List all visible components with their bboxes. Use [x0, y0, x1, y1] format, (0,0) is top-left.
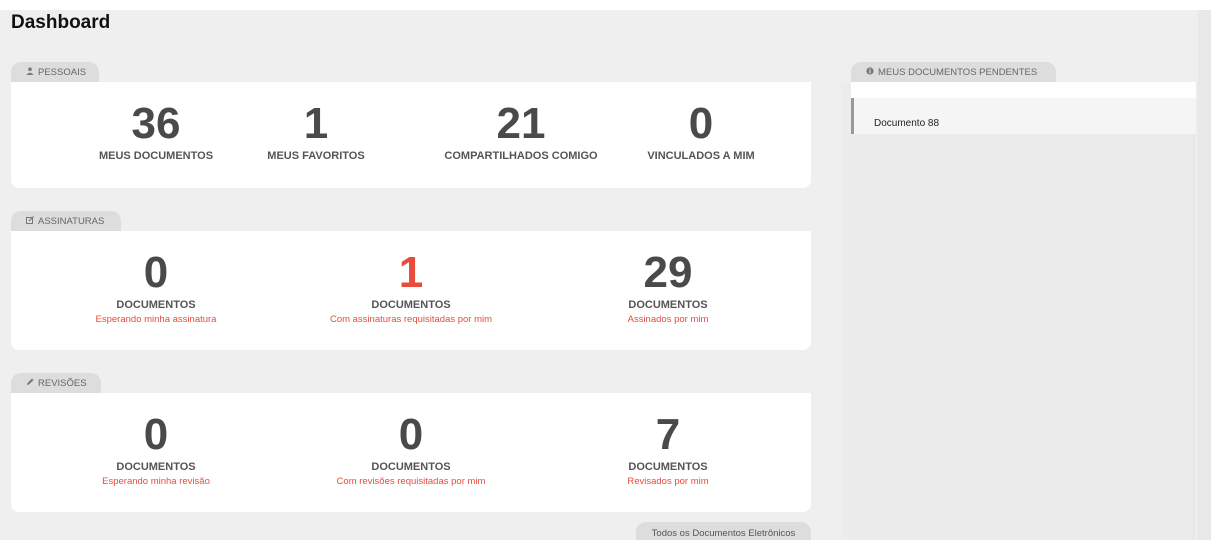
todos-documentos-link[interactable]: Todos os Documentos Eletrônicos — [636, 522, 811, 540]
stat-vinculados-a-mim[interactable]: 0 VINCULADOS A MIM — [611, 99, 791, 163]
stat-value: 0 — [143, 248, 169, 297]
stat-sub: Revisados por mim — [627, 476, 709, 487]
stat-revisados-por-mim[interactable]: 7 DOCUMENTOS Revisados por mim — [568, 410, 768, 488]
stat-label: VINCULADOS A MIM — [647, 150, 755, 162]
stat-value: 29 — [643, 248, 693, 297]
right-scroll-strip — [1198, 10, 1211, 540]
pendente-item[interactable]: Documento 88 — [851, 98, 1196, 134]
info-circle-icon — [866, 67, 874, 77]
tab-pessoais-label: PESSOAIS — [38, 67, 87, 78]
tab-pendentes-label: MEUS DOCUMENTOS PENDENTES — [878, 67, 1038, 78]
pendentes-panel — [841, 82, 1198, 540]
stat-sub: Com revisões requisitadas por mim — [336, 476, 486, 487]
stat-value: 1 — [398, 248, 424, 297]
stat-label: DOCUMENTOS — [116, 299, 196, 311]
tab-meus-documentos-pendentes[interactable]: MEUS DOCUMENTOS PENDENTES — [851, 62, 1056, 82]
stat-label: MEUS FAVORITOS — [267, 150, 365, 162]
pencil-icon — [26, 378, 34, 388]
pessoais-card: 36 MEUS DOCUMENTOS 1 MEUS FAVORITOS 21 C… — [11, 82, 811, 188]
stat-sub: Esperando minha assinatura — [95, 314, 217, 325]
stat-esperando-revisao[interactable]: 0 DOCUMENTOS Esperando minha revisão — [51, 410, 261, 488]
stat-revisoes-requisitadas[interactable]: 0 DOCUMENTOS Com revisões requisitadas p… — [301, 410, 521, 488]
stat-label: DOCUMENTOS — [116, 461, 196, 473]
stat-label: DOCUMENTOS — [628, 299, 708, 311]
tab-revisoes-label: REVISÕES — [38, 378, 87, 389]
revisoes-card: 0 DOCUMENTOS Esperando minha revisão 0 D… — [11, 393, 811, 512]
tab-assinaturas[interactable]: ASSINATURAS — [11, 211, 121, 231]
edit-icon — [26, 216, 34, 226]
stat-sub: Com assinaturas requisitadas por mim — [329, 314, 493, 325]
stat-value: 0 — [143, 410, 169, 459]
stat-label: DOCUMENTOS — [628, 461, 708, 473]
stat-label: COMPARTILHADOS COMIGO — [444, 150, 598, 162]
stat-label: DOCUMENTOS — [371, 461, 451, 473]
pendentes-panel-header — [851, 82, 1196, 98]
user-icon — [26, 67, 34, 77]
tab-revisoes[interactable]: REVISÕES — [11, 373, 101, 393]
stat-sub: Assinados por mim — [627, 314, 709, 325]
page-title: Dashboard — [11, 12, 111, 33]
stat-assinaturas-requisitadas[interactable]: 1 DOCUMENTOS Com assinaturas requisitada… — [301, 248, 521, 326]
stat-sub: Esperando minha revisão — [102, 476, 210, 487]
stat-value: 0 — [398, 410, 424, 459]
tab-pessoais[interactable]: PESSOAIS — [11, 62, 99, 82]
stat-compartilhados-comigo[interactable]: 21 COMPARTILHADOS COMIGO — [411, 99, 631, 163]
assinaturas-card: 0 DOCUMENTOS Esperando minha assinatura … — [11, 231, 811, 350]
stat-value: 0 — [688, 99, 714, 148]
stat-meus-favoritos[interactable]: 1 MEUS FAVORITOS — [231, 99, 401, 163]
panel-divider — [1193, 134, 1194, 540]
stat-value: 21 — [496, 99, 546, 148]
stat-value: 1 — [303, 99, 329, 148]
stat-label: DOCUMENTOS — [371, 299, 451, 311]
stat-esperando-assinatura[interactable]: 0 DOCUMENTOS Esperando minha assinatura — [51, 248, 261, 326]
stat-value: 7 — [655, 410, 681, 459]
tab-assinaturas-label: ASSINATURAS — [38, 216, 105, 227]
stat-assinados-por-mim[interactable]: 29 DOCUMENTOS Assinados por mim — [568, 248, 768, 326]
